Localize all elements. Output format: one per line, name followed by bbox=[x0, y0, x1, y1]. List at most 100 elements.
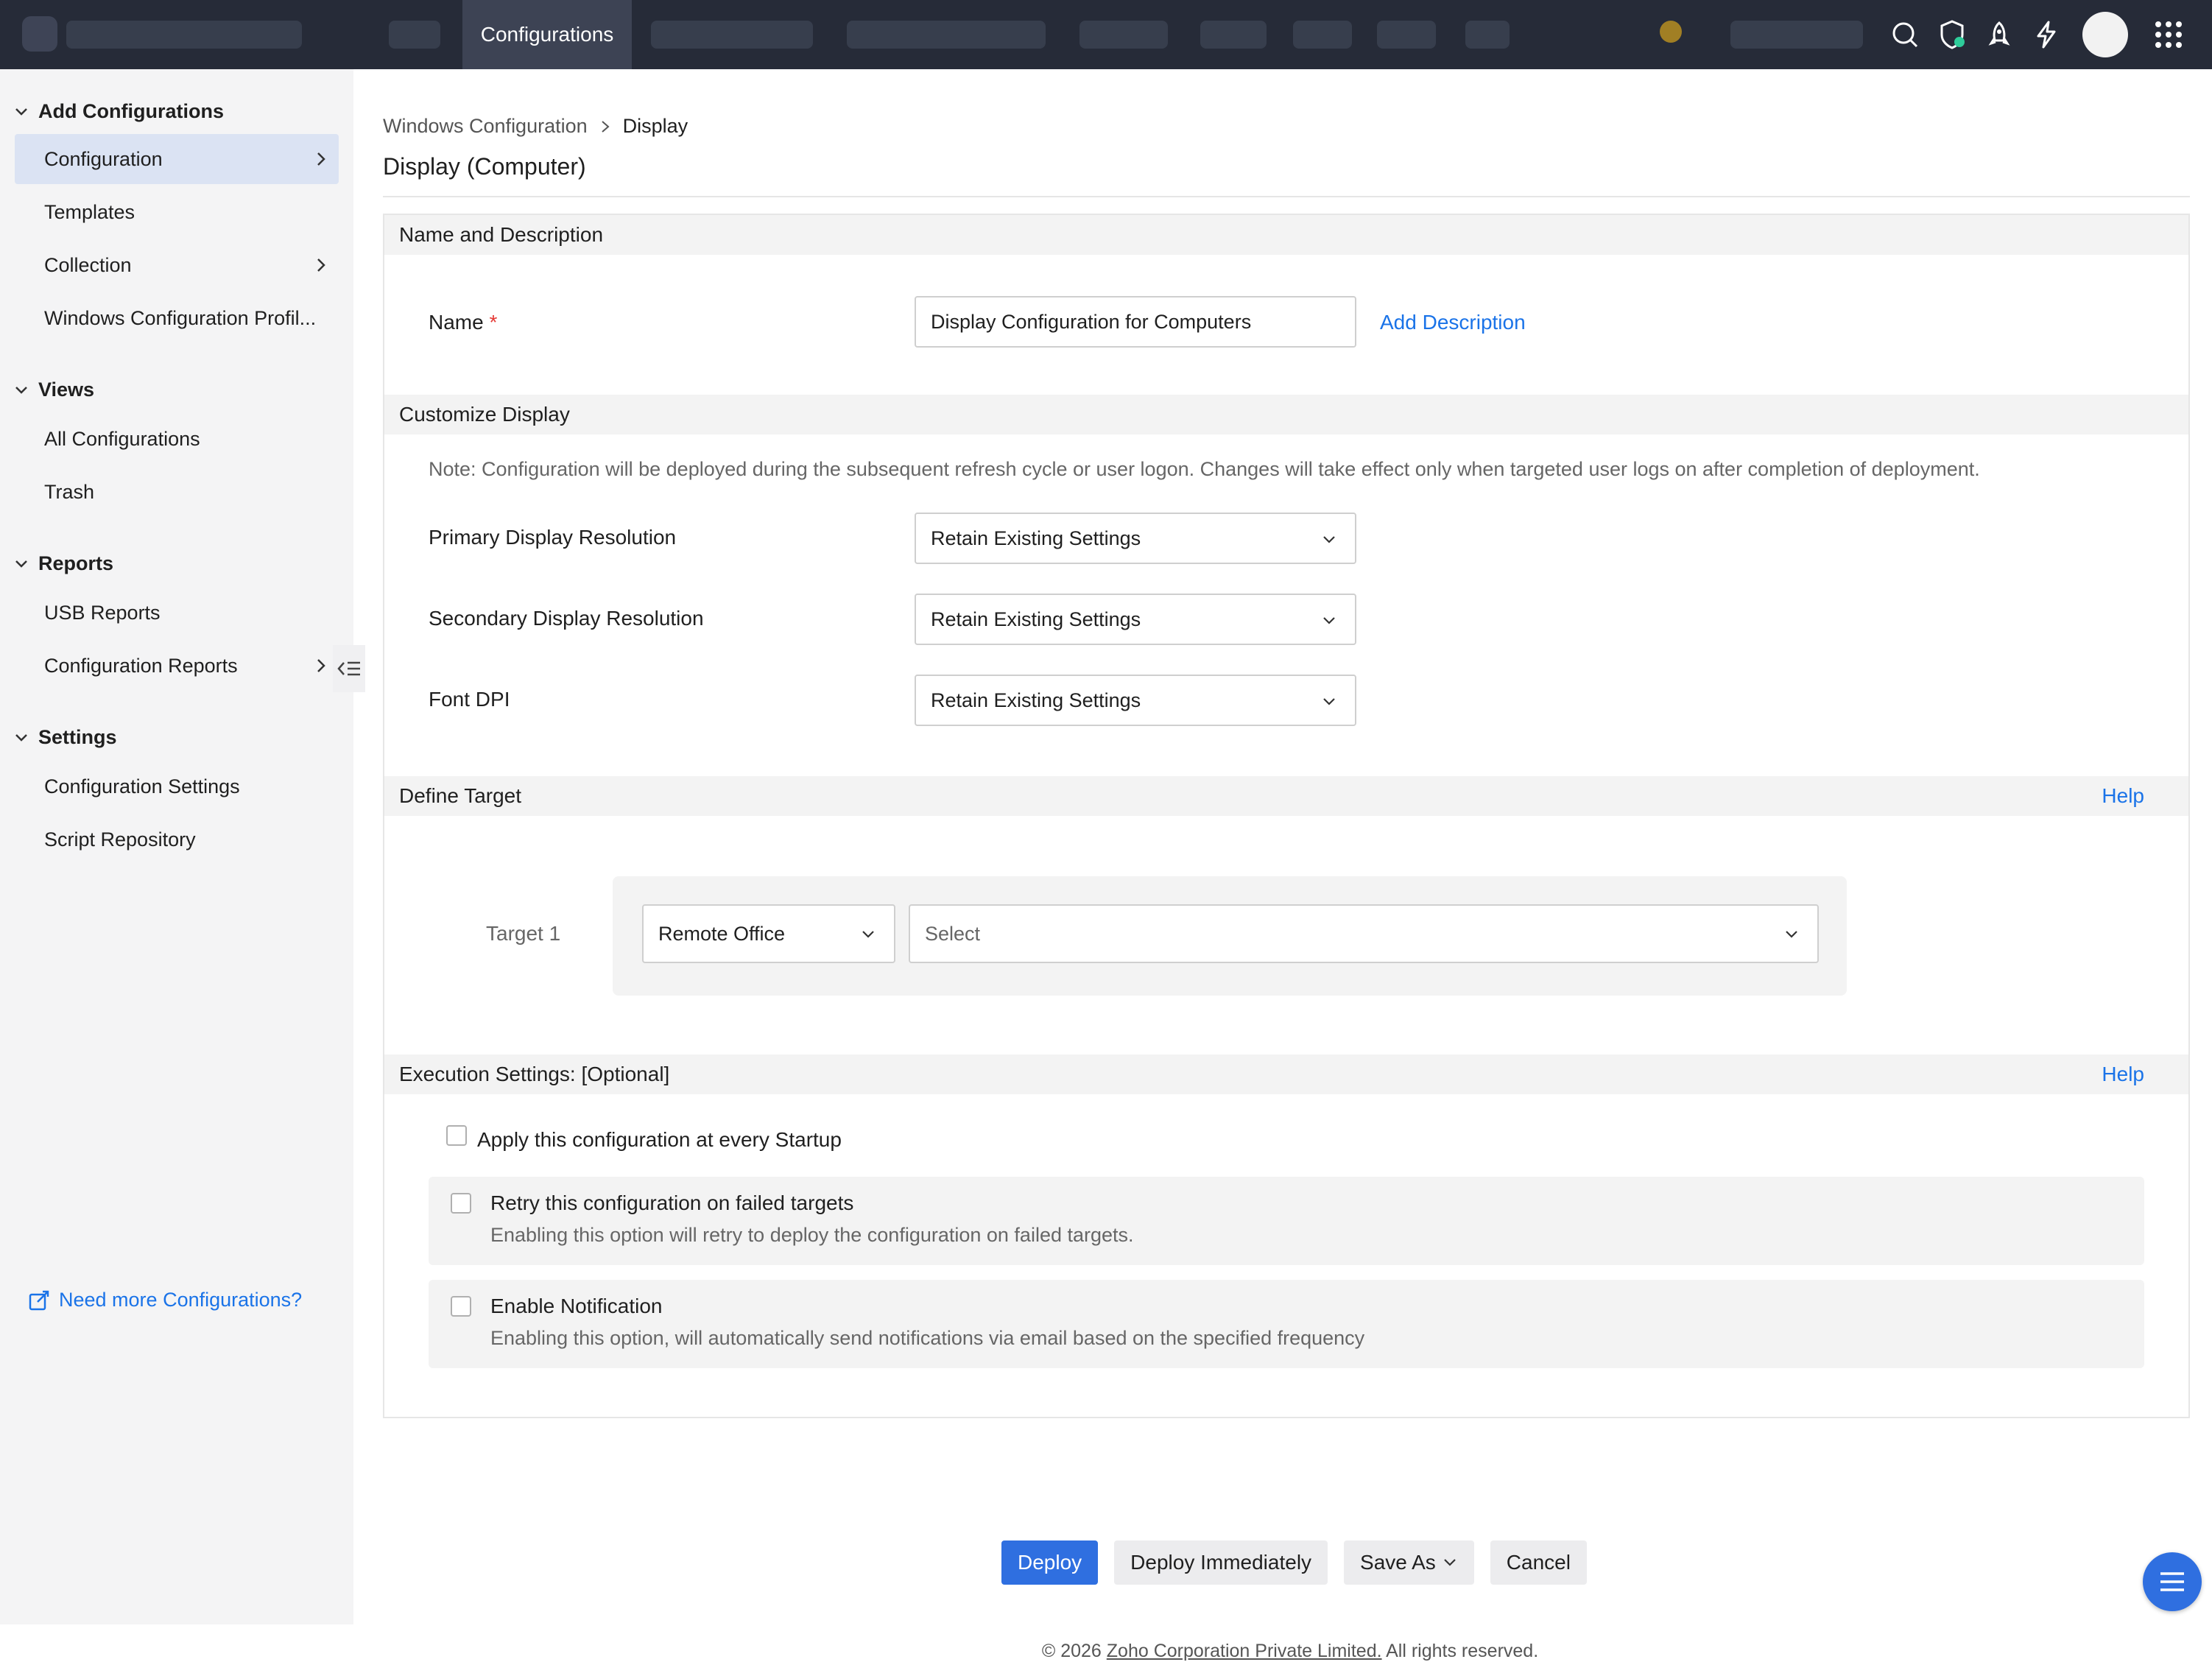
sidebar-item-configuration-reports[interactable]: Configuration Reports bbox=[15, 641, 339, 691]
name-input-value: Display Configuration for Computers bbox=[931, 310, 1252, 333]
section-settings[interactable]: Settings bbox=[13, 726, 117, 749]
sidebar-item-all-configurations[interactable]: All Configurations bbox=[15, 414, 339, 464]
nav-tab-blurred[interactable] bbox=[1293, 21, 1352, 49]
notification-title: Enable Notification bbox=[490, 1295, 663, 1317]
search-icon[interactable] bbox=[1885, 15, 1925, 54]
collapse-sidebar-button[interactable] bbox=[333, 645, 365, 692]
sidebar-item-configuration-settings[interactable]: Configuration Settings bbox=[15, 761, 339, 811]
cancel-button[interactable]: Cancel bbox=[1490, 1540, 1587, 1585]
retry-option bbox=[429, 1177, 2144, 1265]
name-input[interactable]: Display Configuration for Computers bbox=[915, 296, 1356, 348]
font-dpi-label: Font DPI bbox=[429, 688, 510, 711]
section-title: Settings bbox=[38, 726, 117, 748]
sidebar-item-trash[interactable]: Trash bbox=[15, 467, 339, 517]
sidebar: Add Configurations Configuration Templat… bbox=[0, 69, 353, 1624]
product-name-blurred bbox=[66, 21, 302, 49]
select-value: Retain Existing Settings bbox=[931, 527, 1141, 549]
nav-tab-blurred[interactable] bbox=[1377, 21, 1436, 49]
rocket-icon[interactable] bbox=[1979, 15, 2019, 54]
shield-icon[interactable] bbox=[1932, 15, 1972, 54]
footer-prefix: © 2026 bbox=[1041, 1641, 1107, 1661]
notification-checkbox[interactable] bbox=[451, 1296, 471, 1317]
retry-checkbox[interactable] bbox=[451, 1193, 471, 1214]
deploy-button[interactable]: Deploy bbox=[1001, 1540, 1099, 1585]
save-as-button[interactable]: Save As bbox=[1344, 1540, 1474, 1585]
chevron-right-icon bbox=[317, 659, 325, 672]
sidebar-item-usb-reports[interactable]: USB Reports bbox=[15, 588, 339, 638]
sidebar-item-label: Trash bbox=[44, 480, 95, 503]
sidebar-item-label: Collection bbox=[44, 253, 132, 276]
nav-tab-blurred[interactable] bbox=[389, 21, 440, 49]
sidebar-item-label: Script Repository bbox=[44, 828, 196, 851]
section-title: Customize Display bbox=[399, 403, 570, 426]
execution-settings-help-link[interactable]: Help bbox=[2102, 1063, 2144, 1086]
save-as-label: Save As bbox=[1360, 1551, 1436, 1574]
nav-tab-blurred[interactable] bbox=[1200, 21, 1267, 49]
sidebar-item-script-repository[interactable]: Script Repository bbox=[15, 814, 339, 865]
main-content: Windows Configuration Display Display (C… bbox=[368, 69, 2212, 1661]
secondary-display-resolution-select[interactable]: Retain Existing Settings bbox=[915, 594, 1356, 645]
notification-description: Enabling this option, will automatically… bbox=[490, 1327, 1365, 1349]
define-target-help-link[interactable]: Help bbox=[2102, 784, 2144, 808]
sidebar-item-templates[interactable]: Templates bbox=[15, 187, 339, 237]
chevron-down-icon bbox=[1323, 617, 1335, 624]
chevron-down-icon bbox=[15, 386, 27, 394]
target-type-select[interactable]: Remote Office bbox=[642, 904, 895, 963]
font-dpi-select[interactable]: Retain Existing Settings bbox=[915, 675, 1356, 726]
avatar[interactable] bbox=[2082, 12, 2128, 57]
sidebar-item-configuration[interactable]: Configuration bbox=[15, 134, 339, 184]
primary-display-resolution-label: Primary Display Resolution bbox=[429, 526, 677, 549]
product-logo-icon[interactable] bbox=[22, 16, 57, 52]
chevron-right-icon bbox=[317, 258, 325, 272]
account-blurred[interactable] bbox=[1730, 21, 1863, 49]
need-more-configurations-link[interactable]: Need more Configurations? bbox=[28, 1289, 302, 1311]
sidebar-item-label: Templates bbox=[44, 200, 135, 223]
sidebar-item-windows-configuration-profiles[interactable]: Windows Configuration Profil... bbox=[15, 293, 339, 343]
required-marker: * bbox=[489, 311, 498, 334]
section-customize-display: Customize Display bbox=[384, 395, 2188, 434]
nav-tab-blurred[interactable] bbox=[651, 21, 813, 49]
deployment-note: Note: Configuration will be deployed dur… bbox=[429, 458, 1980, 480]
nav-tab-blurred[interactable] bbox=[1079, 21, 1168, 49]
divider bbox=[383, 196, 2190, 197]
chevron-down-icon bbox=[1323, 536, 1335, 543]
chevron-down-icon bbox=[15, 560, 27, 568]
deploy-immediately-button[interactable]: Deploy Immediately bbox=[1114, 1540, 1328, 1585]
sidebar-item-label: Configuration Reports bbox=[44, 654, 238, 677]
chevron-down-icon bbox=[1786, 931, 1797, 938]
sidebar-item-collection[interactable]: Collection bbox=[15, 240, 339, 290]
hamburger-menu-icon bbox=[2160, 1572, 2184, 1591]
breadcrumb-parent-link[interactable]: Windows Configuration bbox=[383, 115, 588, 138]
nav-tab-blurred[interactable] bbox=[847, 21, 1046, 49]
secondary-display-resolution-label: Secondary Display Resolution bbox=[429, 607, 704, 630]
lightning-icon[interactable] bbox=[2026, 15, 2066, 54]
target-value-select[interactable]: Select bbox=[909, 904, 1819, 963]
menu-fab-button[interactable] bbox=[2143, 1552, 2202, 1611]
section-define-target: Define Target Help bbox=[384, 776, 2188, 816]
startup-checkbox[interactable] bbox=[446, 1125, 467, 1146]
section-reports[interactable]: Reports bbox=[13, 552, 113, 575]
footer-corporation-link[interactable]: Zoho Corporation Private Limited. bbox=[1107, 1641, 1382, 1661]
chevron-down-icon bbox=[15, 108, 27, 116]
app-grid-icon[interactable] bbox=[2149, 15, 2188, 54]
startup-option: Apply this configuration at every Startu… bbox=[446, 1125, 842, 1152]
section-title: Define Target bbox=[399, 784, 522, 807]
chevron-down-icon bbox=[862, 931, 874, 938]
section-add-configurations[interactable]: Add Configurations bbox=[13, 100, 224, 123]
chevron-down-icon bbox=[1323, 698, 1335, 705]
retry-title: Retry this configuration on failed targe… bbox=[490, 1191, 854, 1214]
select-value: Retain Existing Settings bbox=[931, 608, 1141, 630]
select-value: Remote Office bbox=[658, 922, 786, 945]
collapse-sidebar-icon bbox=[337, 661, 360, 676]
section-title: Views bbox=[38, 378, 95, 401]
tab-configurations[interactable]: Configurations bbox=[462, 0, 632, 69]
footer: © 2026 Zoho Corporation Private Limited.… bbox=[368, 1641, 2212, 1662]
primary-display-resolution-select[interactable]: Retain Existing Settings bbox=[915, 513, 1356, 564]
section-views[interactable]: Views bbox=[13, 378, 94, 401]
nav-tab-blurred[interactable] bbox=[1465, 21, 1510, 49]
section-name-and-description: Name and Description bbox=[384, 215, 2188, 255]
add-description-link[interactable]: Add Description bbox=[1380, 311, 1526, 334]
chevron-right-icon bbox=[601, 120, 610, 133]
form-actions: Deploy Deploy Immediately Save As Cancel bbox=[1001, 1540, 1587, 1585]
section-title: Add Configurations bbox=[38, 100, 224, 122]
